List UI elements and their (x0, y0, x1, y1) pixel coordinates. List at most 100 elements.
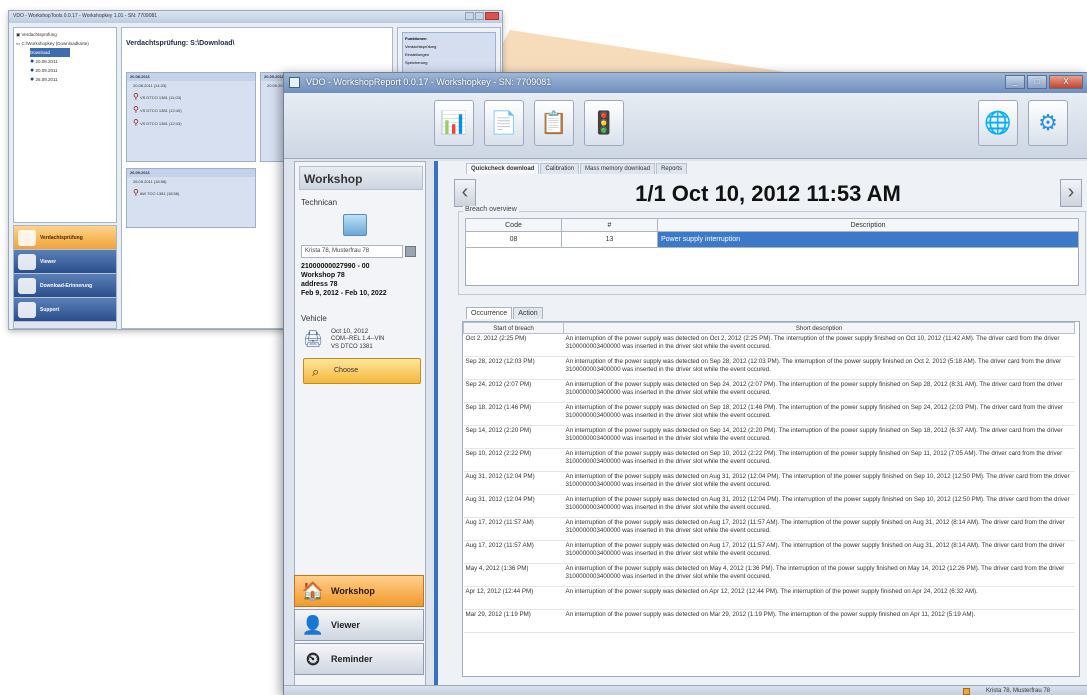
column-header-description[interactable]: Description (657, 218, 1079, 232)
occurrence-start: Oct 2, 2012 (2:25 PM) (463, 333, 564, 357)
occurrence-description: An interruption of the power supply was … (563, 563, 1075, 587)
tree-node-label: Verdachtsprüfung (21, 32, 57, 37)
occurrence-row[interactable]: Aug 31, 2012 (12:04 PM) An interruption o… (463, 494, 1075, 518)
occurrence-row[interactable]: May 4, 2012 (1:36 PM) An interruption of … (463, 563, 1075, 587)
technician-edit-button[interactable] (405, 246, 416, 257)
occurrence-description: An interruption of the power supply was … (563, 540, 1075, 564)
download-card[interactable]: 26.09.2011 26.09.2011 (18:58) ⚲ AW TCO 1… (126, 168, 256, 228)
tab-calibration[interactable]: Calibration (540, 163, 580, 174)
bg-nav-support[interactable]: Support (14, 298, 116, 322)
occurrence-row[interactable]: Oct 2, 2012 (2:25 PM) An interruption of … (463, 333, 1075, 357)
tab-quickcheck-download[interactable]: Quickcheck download (466, 163, 540, 174)
occurrence-row[interactable]: Sep 24, 2012 (2:07 PM) An interruption of… (463, 379, 1075, 403)
bg-maximize-button[interactable] (475, 12, 484, 20)
pin-icon: ⚲ (133, 105, 139, 114)
download-card-row[interactable]: ⚲ VS DTCO 1381 (11:03) (127, 90, 255, 103)
choose-button-label: Choose (334, 367, 359, 374)
occurrence-start: Aug 17, 2012 (11:57 AM) (463, 540, 564, 564)
pin-icon: ⚲ (133, 92, 139, 101)
breach-empty-row (466, 248, 1079, 286)
vehicle-label: Vehicle (301, 314, 327, 323)
download-card-row-label: AW TCO 1381 (18:58) (139, 191, 180, 196)
close-button[interactable]: X (1049, 75, 1083, 89)
tree-node[interactable]: ▭ C:\Workshopkey (Downloadkarte) (16, 39, 114, 48)
bg-nav-verdachtspruefung[interactable]: Verdachtsprüfung (14, 226, 116, 250)
background-folder-tree: ▣ Verdachtsprüfung ▭ C:\Workshopkey (Dow… (13, 27, 117, 223)
minimize-button[interactable]: _ (1005, 75, 1025, 89)
toolbar-copy-button[interactable]: 📄 (484, 100, 524, 146)
tab-mass-memory-download[interactable]: Mass memory download (580, 163, 656, 174)
download-card-row[interactable]: ⚲ VS DTCO 1381 (12:40) (127, 103, 255, 116)
user-card-icon (963, 688, 970, 695)
occurrence-row[interactable]: Sep 28, 2012 (12:03 PM) An interruption o… (463, 356, 1075, 380)
toolbar-print-button[interactable]: 📋 (534, 100, 574, 146)
download-card-row: 20.08.2011 (14:33) (133, 83, 167, 88)
maximize-button[interactable]: □ (1027, 75, 1047, 89)
occurrence-row[interactable]: Apr 12, 2012 (12:44 PM) An interruption o… (463, 586, 1075, 610)
background-window-title: VDO - WorkshopTools 0.0.17 - Workshopkey… (13, 13, 158, 19)
occurrence-row[interactable]: Sep 14, 2012 (2:20 PM) An interruption of… (463, 425, 1075, 449)
occurrence-row[interactable]: Aug 17, 2012 (11:57 AM) An interruption o… (463, 517, 1075, 541)
tree-node-label: C:\Workshopkey (Downloadkarte) (21, 41, 89, 46)
pin-icon: ● (30, 76, 35, 83)
tree-node[interactable]: ● 20.08.2011 (30, 57, 114, 66)
column-header-code[interactable]: Code (465, 218, 562, 232)
column-header-count[interactable]: # (561, 218, 658, 232)
download-card-row[interactable]: ⚲ AW TCO 1381 (18:58) (127, 186, 255, 199)
tree-node[interactable]: ▣ Verdachtsprüfung (16, 30, 114, 39)
breach-row[interactable]: 08 13 Power supply interruption (465, 231, 1079, 248)
occurrence-start: Sep 10, 2012 (2:22 PM) (463, 448, 564, 472)
globe-icon: 🌐 (984, 110, 1012, 135)
next-report-button[interactable]: › (1060, 179, 1082, 207)
tab-action[interactable]: Action (513, 307, 543, 319)
technician-label: Technican (301, 198, 338, 207)
vehicle-device: VS DTCO 1381 (331, 344, 373, 350)
occurrence-row[interactable]: Mar 29, 2012 (1:19 PM) An interruption of… (463, 609, 1075, 633)
card-number: 21000000027990 - 00 (301, 263, 370, 270)
tree-node-selected[interactable]: Download (30, 48, 70, 57)
occurrence-start: Mar 29, 2012 (1:19 PM) (463, 609, 564, 633)
occurrence-row[interactable]: Sep 10, 2012 (2:22 PM) An interruption of… (463, 448, 1075, 472)
toolbar-download-button[interactable]: 📊 (434, 100, 474, 146)
occurrence-row[interactable]: Sep 18, 2012 (1:46 PM) An interruption of… (463, 402, 1075, 426)
nav-workshop[interactable]: 🏠 Workshop (294, 575, 424, 607)
bg-minimize-button[interactable] (465, 12, 474, 20)
main-window: VDO - WorkshopReport 0.0.17 - Workshopke… (283, 72, 1087, 695)
toolbar-status-button[interactable]: 🚦 (584, 100, 624, 146)
occurrence-description: An interruption of the power supply was … (563, 494, 1075, 518)
function-item[interactable]: Einstellungen (405, 51, 493, 59)
bg-nav-download-erinnerung[interactable]: Download-Erinnerung (14, 274, 116, 298)
previous-report-button[interactable]: ‹ (454, 179, 476, 207)
nav-reminder[interactable]: ⏲ Reminder (294, 643, 424, 675)
folder-icon: ▣ (16, 32, 21, 37)
drive-icon: ▭ (16, 41, 21, 46)
bg-nav-viewer[interactable]: Viewer (14, 250, 116, 274)
function-item[interactable]: Verdachtsprüfung (405, 43, 493, 51)
column-header-short-description[interactable]: Short description (563, 322, 1075, 334)
download-card[interactable]: 20.08.2011 20.08.2011 (14:33) ⚲ VS DTCO … (126, 72, 256, 162)
toolbar-settings-button[interactable]: ⚙ (1028, 100, 1068, 146)
tab-occurrence[interactable]: Occurrence (466, 307, 513, 319)
functions-title: Funktionen (405, 36, 427, 41)
bg-nav-label: Support (40, 306, 60, 313)
download-card-row[interactable]: ⚲ VS DTCO 1381 (12:43) (127, 116, 255, 129)
column-header-start-of-breach[interactable]: Start of breach (463, 322, 564, 334)
occurrence-row[interactable]: Aug 17, 2012 (11:57 AM) An interruption o… (463, 540, 1075, 564)
tree-node-label: 20.08.2011 (35, 59, 58, 64)
technician-select[interactable]: Krista 78, Musterfrau 78 (301, 245, 403, 258)
function-item[interactable]: Speicherung (405, 59, 493, 67)
tree-node-label: 26.09.2011 (35, 77, 58, 82)
tree-node[interactable]: ● 26.09.2011 (30, 75, 114, 84)
occurrence-description: An interruption of the power supply was … (563, 586, 1075, 610)
occurrence-table-container[interactable]: Start of breach Short description Oct 2,… (462, 321, 1080, 677)
occurrence-row[interactable]: Aug 31, 2012 (12:04 PM) An interruption o… (463, 471, 1075, 495)
nav-viewer[interactable]: 👤 Viewer (294, 609, 424, 641)
tab-reports[interactable]: Reports (656, 163, 688, 174)
bg-close-button[interactable] (485, 12, 499, 20)
breach-description: Power supply interruption (657, 231, 1079, 248)
choose-button[interactable]: ⌕ Choose (303, 358, 421, 384)
tree-node[interactable]: ● 20.09.2011 (30, 66, 114, 75)
nav-icon (18, 229, 36, 246)
background-window-controls[interactable] (465, 12, 499, 20)
toolbar-language-button[interactable]: 🌐 (978, 100, 1018, 146)
